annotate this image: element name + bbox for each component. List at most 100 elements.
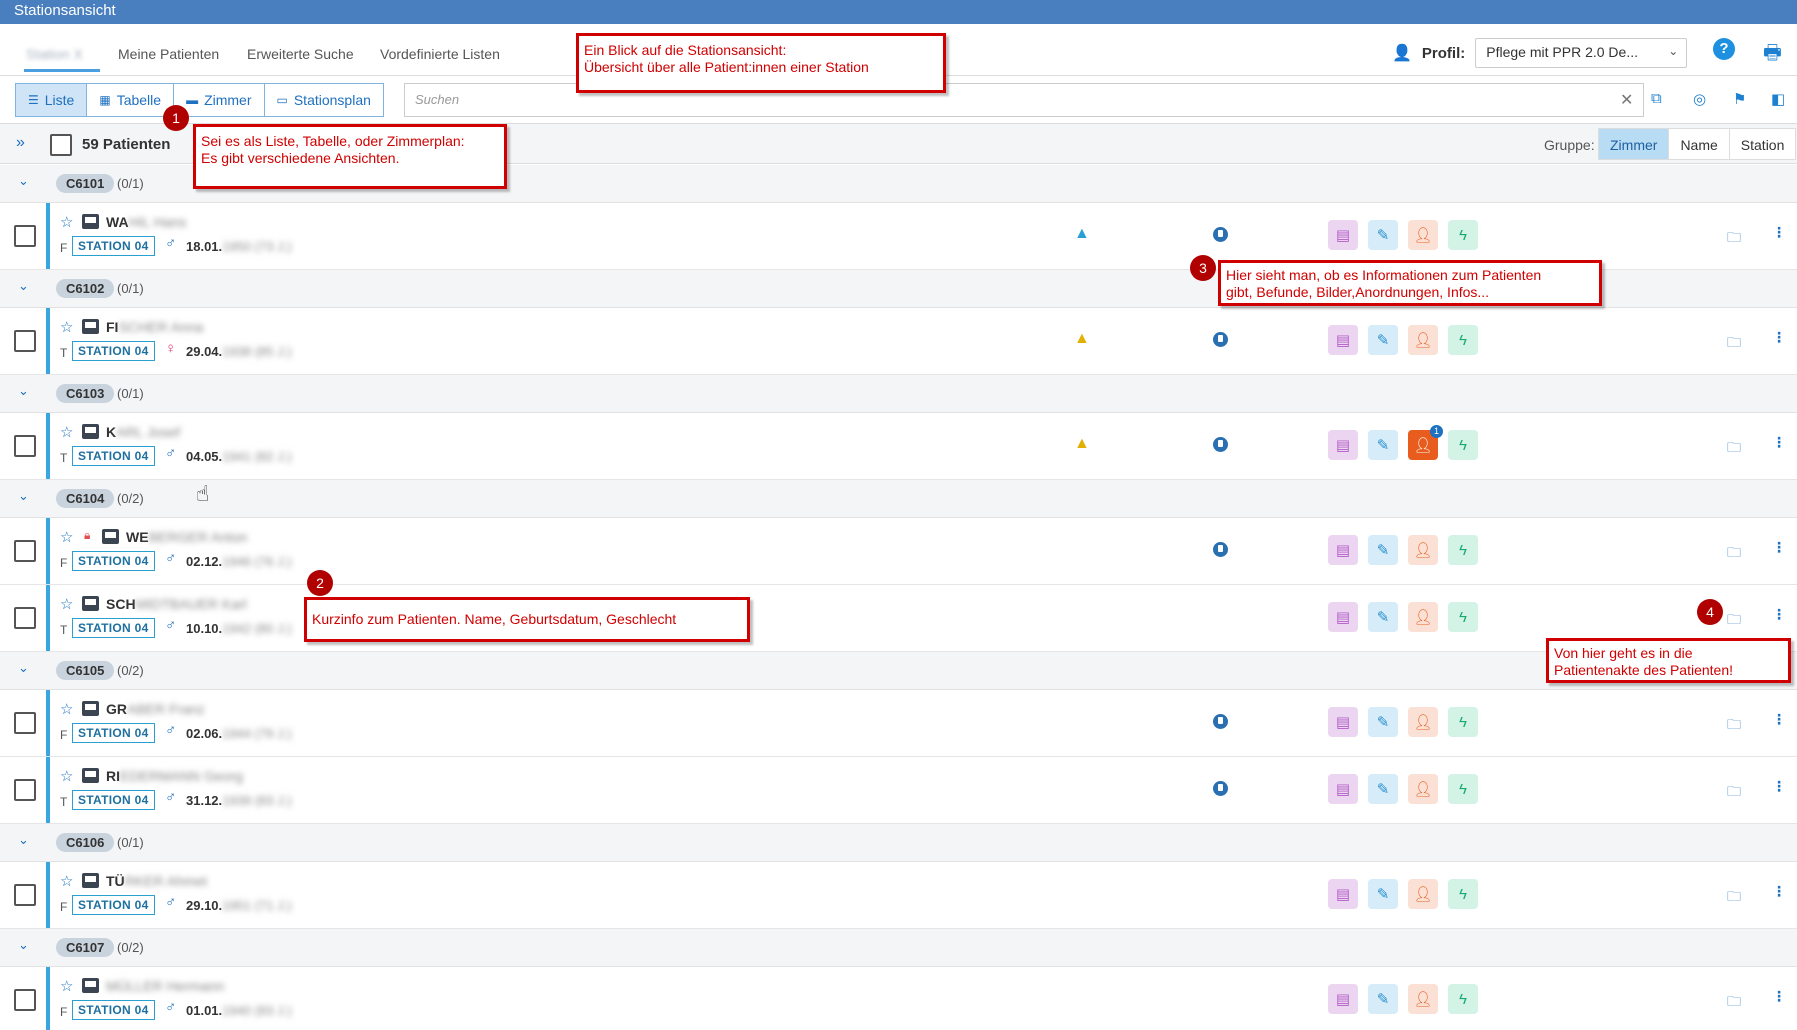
more-icon[interactable]: ⋮ bbox=[1772, 539, 1786, 556]
group-zimmer-button[interactable]: Zimmer bbox=[1598, 128, 1670, 160]
documents-icon[interactable]: ▤ bbox=[1328, 879, 1358, 909]
person-icon[interactable]: 👤︎ bbox=[1408, 535, 1438, 565]
patient-checkbox[interactable] bbox=[14, 330, 36, 352]
room-group-header[interactable]: ⌄ C6104 (0/2) bbox=[0, 480, 1797, 518]
syringe-icon[interactable]: ✎ bbox=[1368, 535, 1398, 565]
profile-dropdown[interactable]: Pflege mit PPR 2.0 De... ⌄ bbox=[1475, 38, 1688, 68]
collapse-all-icon[interactable]: » bbox=[16, 134, 25, 152]
folder-icon[interactable]: 🗀 bbox=[1727, 886, 1741, 910]
documents-icon[interactable]: ▤ bbox=[1328, 220, 1358, 250]
patient-row[interactable]: ☆ KARL Josef T STATION 04 ♂ 04.05.1941 (82 J.… bbox=[0, 413, 1797, 480]
folder-icon[interactable]: 🗀 bbox=[1727, 609, 1741, 633]
room-group-header[interactable]: ⌄ C6106 (0/1) bbox=[0, 824, 1797, 862]
person-icon[interactable]: 👤︎ bbox=[1408, 325, 1438, 355]
eye-off-icon[interactable]: ◎ bbox=[1693, 90, 1706, 108]
folder-icon[interactable]: 🗀 bbox=[1727, 332, 1741, 356]
patient-checkbox[interactable] bbox=[14, 607, 36, 629]
patient-row[interactable]: ☆ TÜRKER Ahmet F STATION 04 ♂ 29.10.1951 (71 … bbox=[0, 862, 1797, 929]
chevron-down-icon[interactable]: ⌄ bbox=[18, 383, 29, 399]
documents-icon[interactable]: ▤ bbox=[1328, 535, 1358, 565]
syringe-icon[interactable]: ✎ bbox=[1368, 774, 1398, 804]
vitals-icon[interactable]: ϟ bbox=[1448, 430, 1478, 460]
info-icon[interactable] bbox=[1213, 781, 1228, 796]
vitals-icon[interactable]: ϟ bbox=[1448, 220, 1478, 250]
info-icon[interactable] bbox=[1213, 227, 1228, 242]
star-icon[interactable]: ☆ bbox=[60, 872, 73, 890]
documents-icon[interactable]: ▤ bbox=[1328, 325, 1358, 355]
documents-icon[interactable]: ▤ bbox=[1328, 774, 1358, 804]
person-icon[interactable]: 👤︎ bbox=[1408, 879, 1438, 909]
info-icon[interactable] bbox=[1213, 437, 1228, 452]
star-icon[interactable]: ☆ bbox=[60, 318, 73, 336]
star-icon[interactable]: ☆ bbox=[60, 528, 73, 546]
patient-row[interactable]: ☆ SCHMIDTBAUER Karl T STATION 04 ♂ 10.10.1942… bbox=[0, 585, 1797, 652]
info-icon[interactable] bbox=[1213, 542, 1228, 557]
info-icon[interactable] bbox=[1213, 332, 1228, 347]
syringe-icon[interactable]: ✎ bbox=[1368, 325, 1398, 355]
more-icon[interactable]: ⋮ bbox=[1772, 224, 1786, 241]
patient-row[interactable]: ☆ MÜLLER Hermann F STATION 04 ♂ 01.01.1940 (8… bbox=[0, 967, 1797, 1030]
star-icon[interactable]: ☆ bbox=[60, 977, 73, 995]
view-tabelle-button[interactable]: ▦ Tabelle bbox=[86, 83, 175, 117]
info-icon[interactable] bbox=[1213, 714, 1228, 729]
print-icon[interactable]: 🖶 bbox=[1763, 38, 1782, 72]
person-icon[interactable]: 👤︎ bbox=[1408, 707, 1438, 737]
person-icon[interactable]: 👤︎ bbox=[1408, 774, 1438, 804]
patient-checkbox[interactable] bbox=[14, 540, 36, 562]
tab-meine-patienten[interactable]: Meine Patienten bbox=[118, 46, 219, 62]
folder-icon[interactable]: 🗀 bbox=[1727, 714, 1741, 738]
patient-row[interactable]: ☆ GRABER Franz F STATION 04 ♂ 02.06.1944 (79 … bbox=[0, 690, 1797, 757]
tab-station[interactable]: Station X bbox=[26, 46, 83, 62]
chevron-down-icon[interactable]: ⌄ bbox=[18, 173, 29, 189]
more-icon[interactable]: ⋮ bbox=[1772, 711, 1786, 728]
syringe-icon[interactable]: ✎ bbox=[1368, 602, 1398, 632]
close-icon[interactable]: ✕ bbox=[1620, 90, 1633, 110]
patient-checkbox[interactable] bbox=[14, 989, 36, 1011]
folder-icon[interactable]: 🗀 bbox=[1727, 227, 1741, 251]
patient-row[interactable]: ☆ RIEDERMANN Georg T STATION 04 ♂ 31.12.1939 … bbox=[0, 757, 1797, 824]
vitals-icon[interactable]: ϟ bbox=[1448, 325, 1478, 355]
room-group-header[interactable]: ⌄ C6103 (0/1) bbox=[0, 375, 1797, 413]
folder-icon[interactable]: 🗀 bbox=[1727, 991, 1741, 1015]
patient-row[interactable]: ☆ 🔒︎ WEBERGER Anton F STATION 04 ♂ 02.12.1946 … bbox=[0, 518, 1797, 585]
more-icon[interactable]: ⋮ bbox=[1772, 778, 1786, 795]
group-name-button[interactable]: Name bbox=[1668, 128, 1730, 160]
star-icon[interactable]: ☆ bbox=[60, 423, 73, 441]
view-liste-button[interactable]: ☰ Liste bbox=[15, 83, 88, 117]
group-station-button[interactable]: Station bbox=[1728, 128, 1797, 160]
star-icon[interactable]: ☆ bbox=[60, 595, 73, 613]
syringe-icon[interactable]: ✎ bbox=[1368, 879, 1398, 909]
folder-icon[interactable]: 🗀 bbox=[1727, 437, 1741, 461]
patient-row[interactable]: ☆ FISCHER Anna T STATION 04 ♀ 29.04.1938 (85 … bbox=[0, 308, 1797, 375]
documents-icon[interactable]: ▤ bbox=[1328, 984, 1358, 1014]
patient-checkbox[interactable] bbox=[14, 884, 36, 906]
syringe-icon[interactable]: ✎ bbox=[1368, 984, 1398, 1014]
view-stationsplan-button[interactable]: ▭ Stationsplan bbox=[263, 83, 384, 117]
more-icon[interactable]: ⋮ bbox=[1772, 988, 1786, 1005]
select-all-checkbox[interactable] bbox=[50, 134, 72, 156]
room-group-header[interactable]: ⌄ C6107 (0/2) bbox=[0, 929, 1797, 967]
vitals-icon[interactable]: ϟ bbox=[1448, 774, 1478, 804]
person-icon[interactable]: 👤︎ 1 bbox=[1408, 425, 1443, 460]
star-icon[interactable]: ☆ bbox=[60, 767, 73, 785]
help-button[interactable]: ? bbox=[1713, 38, 1735, 60]
chevron-down-icon[interactable]: ⌄ bbox=[18, 278, 29, 294]
person-icon[interactable]: 👤︎ bbox=[1408, 602, 1438, 632]
documents-icon[interactable]: ▤ bbox=[1328, 430, 1358, 460]
warning-icon[interactable]: ▲ bbox=[1074, 225, 1090, 243]
person-icon[interactable]: 👤︎ bbox=[1408, 984, 1438, 1014]
person-icon[interactable]: 👤︎ bbox=[1408, 220, 1438, 250]
syringe-icon[interactable]: ✎ bbox=[1368, 707, 1398, 737]
star-icon[interactable]: ☆ bbox=[60, 213, 73, 231]
chevron-down-icon[interactable]: ⌄ bbox=[18, 937, 29, 953]
warning-icon[interactable]: ▲ bbox=[1074, 435, 1090, 453]
vitals-icon[interactable]: ϟ bbox=[1448, 602, 1478, 632]
chevron-down-icon[interactable]: ⌄ bbox=[18, 660, 29, 676]
room-group-header[interactable]: ⌄ C6105 (0/2) bbox=[0, 652, 1797, 690]
chevron-down-icon[interactable]: ⌄ bbox=[18, 832, 29, 848]
syringe-icon[interactable]: ✎ bbox=[1368, 430, 1398, 460]
folder-icon[interactable]: 🗀 bbox=[1727, 781, 1741, 805]
star-icon[interactable]: ☆ bbox=[60, 700, 73, 718]
patient-checkbox[interactable] bbox=[14, 435, 36, 457]
more-icon[interactable]: ⋮ bbox=[1772, 434, 1786, 451]
